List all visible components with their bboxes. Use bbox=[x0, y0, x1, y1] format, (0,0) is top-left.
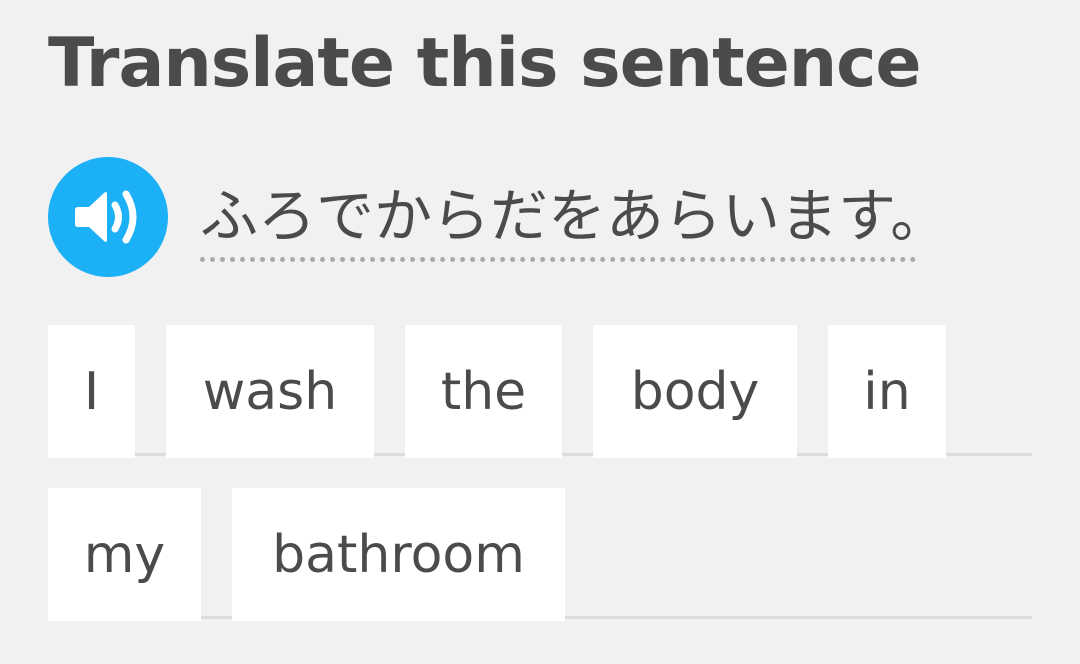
page-title: Translate this sentence bbox=[48, 24, 922, 103]
prompt-sentence[interactable]: ふろでからだをあらいます。 bbox=[200, 180, 948, 252]
word-tile-i[interactable]: I bbox=[48, 325, 135, 458]
play-audio-button[interactable] bbox=[48, 157, 168, 277]
word-tile-bathroom[interactable]: bathroom bbox=[232, 488, 565, 621]
word-tile-my[interactable]: my bbox=[48, 488, 201, 621]
word-tile-the[interactable]: the bbox=[405, 325, 562, 458]
prompt-dotted-underline bbox=[200, 257, 916, 262]
word-tile-body[interactable]: body bbox=[593, 325, 797, 458]
word-tile-in[interactable]: in bbox=[828, 325, 946, 458]
speaker-icon bbox=[75, 190, 137, 244]
word-tile-wash[interactable]: wash bbox=[166, 325, 374, 458]
